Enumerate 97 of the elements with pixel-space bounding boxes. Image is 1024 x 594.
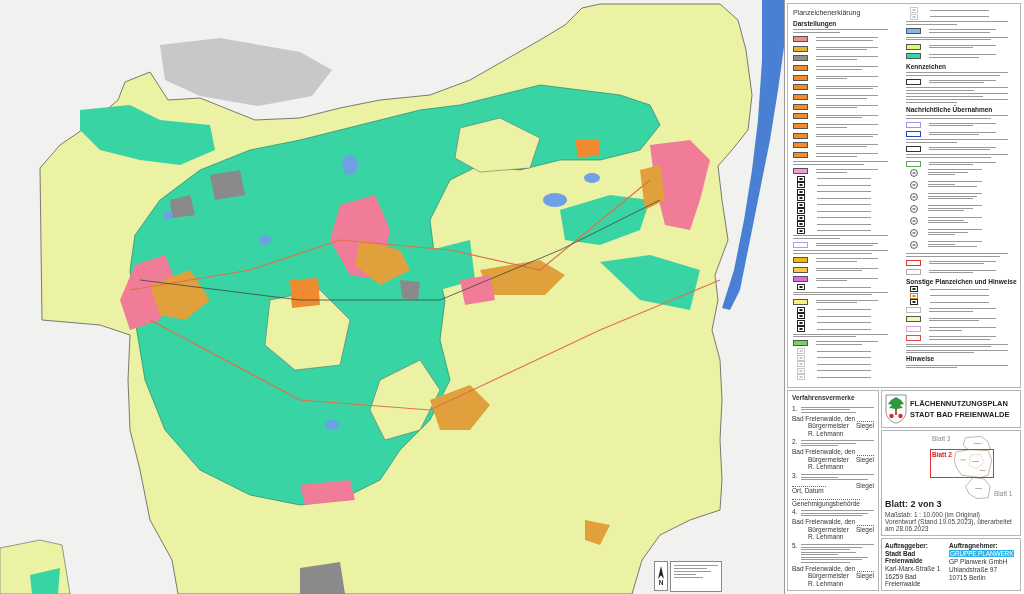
text-lines-drawing — [930, 301, 989, 303]
text-lines-drawing — [817, 309, 872, 311]
text-lines-drawing — [817, 197, 872, 199]
text-lines-drawing — [816, 66, 878, 70]
text-lines-drawing — [816, 46, 878, 51]
text-lines-drawing — [929, 146, 996, 151]
text-lines-drawing — [929, 54, 996, 58]
pond — [342, 155, 358, 175]
text-lines-drawing — [817, 230, 872, 232]
text-lines-drawing — [817, 223, 872, 225]
text-lines-drawing — [817, 191, 872, 193]
text-lines-drawing — [929, 131, 996, 136]
sheet-number: Blatt: 2 von 3 — [885, 500, 943, 509]
text-lines-drawing — [817, 315, 872, 317]
settlement-area — [585, 520, 610, 545]
text-lines-drawing — [928, 229, 982, 236]
text-lines-drawing — [816, 341, 878, 345]
text-lines-drawing — [930, 9, 989, 11]
text-lines-drawing — [817, 210, 872, 212]
pond — [543, 193, 567, 207]
commercial-area — [170, 195, 195, 218]
text-lines-drawing — [928, 181, 982, 188]
settlement-area — [575, 140, 600, 158]
circle-symbol-icon — [910, 169, 918, 178]
text-lines-drawing — [817, 376, 872, 378]
text-lines-drawing — [817, 286, 872, 288]
text-lines-drawing — [929, 336, 996, 340]
text-lines-drawing — [929, 327, 996, 331]
text-lines-drawing — [816, 75, 878, 80]
settlement-area — [430, 385, 490, 430]
text-lines-drawing — [816, 143, 878, 148]
text-lines-drawing — [929, 308, 996, 312]
text-lines-drawing — [817, 370, 872, 372]
text-lines-drawing — [929, 260, 996, 265]
text-lines-drawing — [674, 565, 718, 578]
text-lines-drawing — [816, 277, 878, 282]
text-lines-drawing — [816, 133, 878, 138]
text-lines-drawing — [817, 363, 872, 365]
text-lines-drawing — [928, 217, 982, 224]
text-lines-drawing — [928, 169, 982, 176]
circle-symbol-icon — [910, 229, 918, 238]
text-lines-drawing — [929, 29, 996, 33]
circle-symbol-icon — [910, 241, 918, 250]
text-lines-drawing — [817, 178, 872, 180]
text-lines-drawing — [816, 299, 878, 304]
settlement-area — [355, 240, 410, 285]
text-lines-drawing — [816, 124, 878, 128]
text-lines-drawing — [817, 328, 872, 330]
commercial-area — [400, 280, 420, 300]
text-lines-drawing — [817, 350, 872, 352]
commercial-area — [210, 170, 245, 200]
text-lines-drawing — [816, 114, 878, 119]
text-lines-drawing — [929, 269, 996, 274]
north-arrow-icon — [658, 565, 664, 579]
settlement-area — [150, 270, 210, 320]
text-lines-drawing — [929, 122, 996, 127]
text-lines-drawing — [817, 184, 872, 186]
text-lines-drawing — [816, 95, 878, 99]
text-lines-drawing — [929, 161, 996, 166]
text-lines-drawing — [928, 241, 982, 248]
text-lines-drawing — [928, 193, 982, 200]
text-lines-drawing — [816, 258, 878, 262]
text-lines-drawing — [816, 153, 878, 157]
commercial-area — [300, 562, 345, 594]
forest-area — [430, 240, 475, 290]
pond — [325, 420, 339, 430]
text-lines-drawing — [929, 44, 996, 49]
text-lines-drawing — [930, 288, 989, 290]
fill-in-line — [792, 483, 826, 487]
text-lines-drawing — [816, 56, 878, 60]
circle-symbol-icon — [910, 193, 918, 202]
text-lines-drawing — [929, 79, 996, 84]
overview-map-drawing — [954, 434, 992, 500]
text-lines-drawing — [816, 242, 878, 247]
text-lines-drawing — [929, 317, 996, 322]
text-lines-drawing — [816, 104, 878, 109]
forest-area — [30, 568, 60, 594]
coat-of-arms-icon — [885, 394, 907, 424]
circle-symbol-icon — [910, 205, 918, 214]
text-lines-drawing — [816, 37, 878, 41]
text-lines-drawing — [816, 85, 878, 90]
text-lines-drawing — [930, 295, 989, 297]
text-lines-drawing — [930, 16, 989, 18]
text-lines-drawing — [816, 267, 878, 272]
text-lines-drawing — [817, 217, 872, 219]
text-lines-drawing — [817, 322, 872, 324]
text-lines-drawing — [928, 205, 982, 212]
text-lines-drawing — [817, 357, 872, 359]
circle-symbol-icon — [910, 217, 918, 226]
pond — [163, 211, 173, 219]
circle-symbol-icon — [910, 181, 918, 190]
pond — [584, 173, 600, 183]
pond — [259, 235, 271, 245]
settlement-area — [300, 480, 355, 505]
settlement-area — [290, 278, 320, 308]
text-lines-drawing — [817, 204, 872, 206]
text-lines-drawing — [816, 169, 878, 173]
